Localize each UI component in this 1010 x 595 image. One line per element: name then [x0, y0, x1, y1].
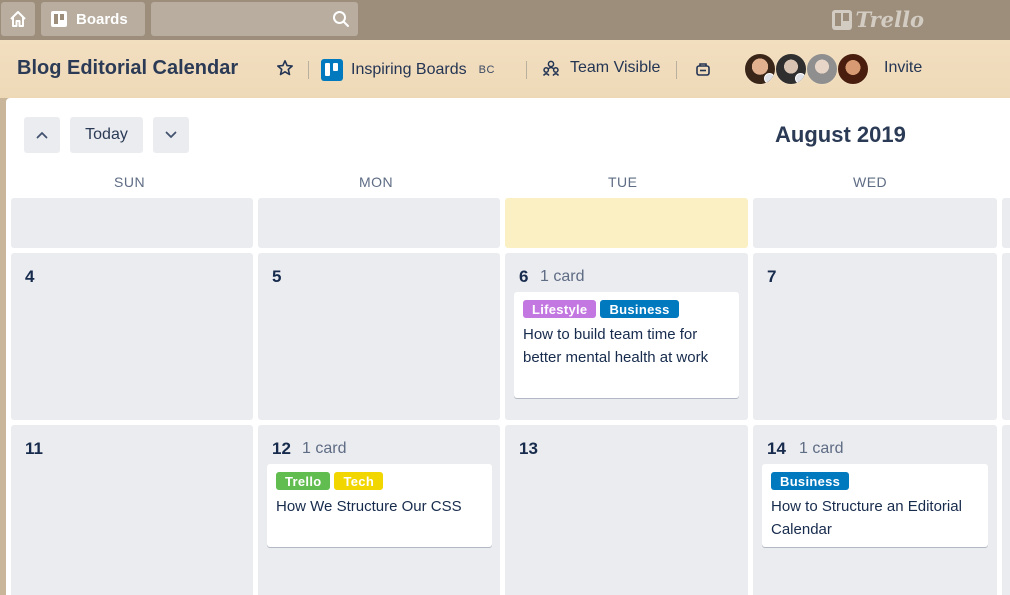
- boards-label: Boards: [76, 10, 128, 28]
- member-avatars: [744, 53, 869, 85]
- calendar-panel: Today August 2019 SUN MON TUE WED 4 5 6 …: [6, 98, 1010, 595]
- team-name: Inspiring Boards: [351, 61, 467, 78]
- day-number: 14: [767, 439, 786, 458]
- avatar[interactable]: [806, 53, 838, 85]
- star-icon: [277, 60, 293, 76]
- star-button[interactable]: [276, 59, 294, 77]
- day-cell[interactable]: [1002, 198, 1010, 248]
- header-divider: [526, 61, 527, 79]
- card-title: How to Structure an Editorial Calendar: [771, 498, 962, 538]
- day-number: 5: [272, 267, 282, 286]
- avatar[interactable]: [775, 53, 807, 85]
- logo-text: Trello: [855, 7, 925, 32]
- avatar[interactable]: [744, 53, 776, 85]
- card-title: How to build team time for better mental…: [523, 326, 709, 366]
- search-input[interactable]: [151, 2, 358, 36]
- day-cell[interactable]: [753, 198, 997, 248]
- day-number: 12: [272, 439, 291, 458]
- card-labels: Trello Tech: [276, 472, 484, 490]
- card-label-trello: Trello: [276, 472, 331, 490]
- weekday-header-tue: TUE: [608, 174, 638, 190]
- admin-badge-icon: [764, 73, 775, 84]
- team-visible-icon: [542, 60, 560, 76]
- boards-button[interactable]: Boards: [41, 2, 145, 36]
- calendar-card[interactable]: Lifestyle Business How to build team tim…: [514, 292, 739, 398]
- card-label-tech: Tech: [334, 472, 384, 490]
- next-button[interactable]: [153, 117, 189, 153]
- day-cell[interactable]: [1002, 425, 1010, 595]
- team-button[interactable]: Inspiring Boards BC: [321, 59, 495, 81]
- trello-logo-icon: [831, 9, 852, 30]
- previous-button[interactable]: [24, 117, 60, 153]
- month-title: August 2019: [775, 122, 906, 147]
- day-cell[interactable]: 4: [11, 253, 253, 420]
- search-icon: [333, 11, 349, 27]
- day-cell[interactable]: 14 1 card Business How to Structure an E…: [753, 425, 997, 595]
- butler-icon: [696, 63, 710, 76]
- calendar-card[interactable]: Business How to Structure an Editorial C…: [762, 464, 988, 547]
- boards-icon: [51, 11, 67, 27]
- day-number: 7: [767, 267, 777, 286]
- day-cell[interactable]: [258, 198, 500, 248]
- day-cell[interactable]: 13: [505, 425, 748, 595]
- card-labels: Business: [771, 472, 980, 490]
- day-number: 4: [25, 267, 35, 286]
- day-cell-today[interactable]: [505, 198, 748, 248]
- card-count: 1 card: [799, 440, 844, 457]
- weekday-header-wed: WED: [853, 174, 888, 190]
- header-divider: [308, 61, 309, 79]
- trello-logo[interactable]: Trello: [831, 7, 925, 32]
- day-cell[interactable]: 12 1 card Trello Tech How We Structure O…: [258, 425, 500, 595]
- today-button[interactable]: Today: [70, 117, 143, 153]
- day-number: 11: [25, 439, 43, 458]
- board-title[interactable]: Blog Editorial Calendar: [17, 57, 238, 80]
- chevron-down-icon: [165, 131, 177, 138]
- avatar[interactable]: [837, 53, 869, 85]
- team-badge: BC: [478, 64, 495, 76]
- day-cell[interactable]: 6 1 card Lifestyle Business How to build…: [505, 253, 748, 420]
- card-count: 1 card: [302, 440, 347, 457]
- card-label-lifestyle: Lifestyle: [523, 300, 597, 318]
- weekday-header-mon: MON: [359, 174, 394, 190]
- board-header: Blog Editorial Calendar Inspiring Boards…: [0, 40, 1010, 98]
- card-label-business: Business: [600, 300, 679, 318]
- visibility-label: Team Visible: [570, 59, 661, 76]
- calendar-card[interactable]: Trello Tech How We Structure Our CSS: [267, 464, 492, 547]
- top-bar: Boards Trello: [0, 0, 1010, 40]
- butler-button[interactable]: [695, 61, 711, 77]
- day-cell[interactable]: 5: [258, 253, 500, 420]
- day-cell[interactable]: [1002, 253, 1010, 420]
- home-icon: [10, 11, 26, 27]
- chevron-up-icon: [36, 132, 48, 139]
- card-labels: Lifestyle Business: [523, 300, 731, 318]
- home-button[interactable]: [1, 2, 35, 36]
- card-title: How We Structure Our CSS: [276, 498, 462, 515]
- card-label-business: Business: [771, 472, 850, 490]
- team-board-icon: [321, 59, 343, 81]
- day-cell[interactable]: 7: [753, 253, 997, 420]
- weekday-header-sun: SUN: [114, 174, 146, 190]
- header-divider: [676, 61, 677, 79]
- day-number: 13: [519, 439, 538, 458]
- day-cell[interactable]: [11, 198, 253, 248]
- admin-badge-icon: [795, 73, 806, 84]
- visibility-button[interactable]: Team Visible: [542, 59, 660, 77]
- invite-button[interactable]: Invite: [884, 59, 922, 77]
- card-count: 1 card: [540, 268, 585, 285]
- day-cell[interactable]: 11: [11, 425, 253, 595]
- day-number: 6: [519, 267, 529, 286]
